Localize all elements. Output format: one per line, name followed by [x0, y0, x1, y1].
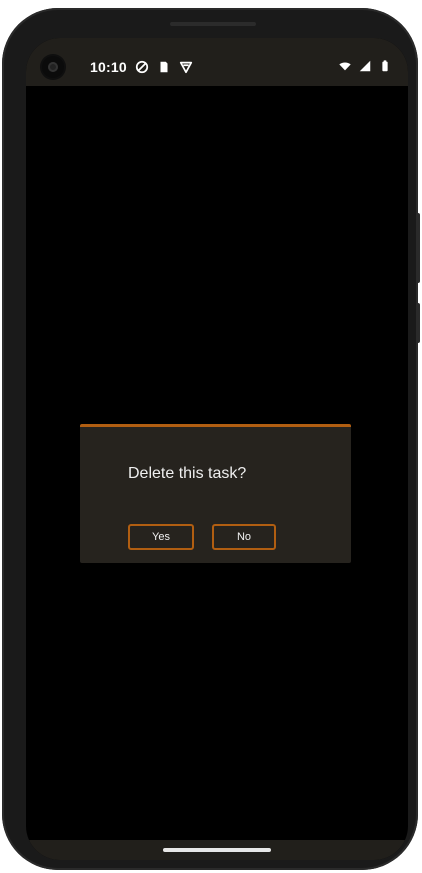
privacy-icon	[135, 60, 149, 74]
yes-button[interactable]: Yes	[128, 524, 194, 550]
status-time: 10:10	[90, 59, 127, 75]
sd-card-icon	[157, 60, 171, 74]
no-button[interactable]: No	[212, 524, 276, 550]
wifi-icon	[338, 59, 352, 73]
signal-icon	[358, 59, 372, 73]
gesture-nav-bar	[26, 840, 408, 860]
status-bar: 10:10	[26, 38, 408, 86]
delete-confirm-dialog: Delete this task? Yes No	[80, 424, 351, 563]
power-button	[416, 213, 420, 283]
battery-icon	[378, 59, 392, 73]
dialog-title: Delete this task?	[128, 465, 247, 482]
screen: 10:10 Delete this task? Yes No	[26, 38, 408, 860]
front-camera	[42, 56, 64, 78]
status-right	[338, 57, 392, 75]
earpiece	[170, 22, 256, 26]
dialog-actions: Yes No	[128, 524, 276, 550]
home-indicator[interactable]	[163, 848, 271, 852]
phone-frame: 10:10 Delete this task? Yes No	[2, 8, 420, 870]
camera-lens	[48, 62, 58, 72]
vpn-icon	[179, 60, 193, 74]
volume-button	[416, 303, 420, 343]
status-left: 10:10	[90, 58, 193, 76]
